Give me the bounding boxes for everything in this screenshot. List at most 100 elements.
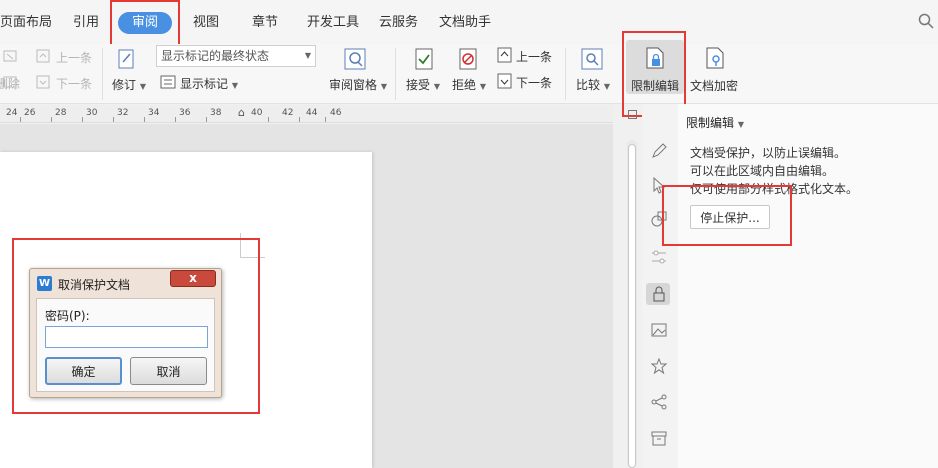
ok-button[interactable]: 确定	[45, 357, 122, 385]
chevron-down-icon: ▼	[231, 81, 238, 90]
chevron-down-icon: ▼	[737, 120, 744, 129]
ruler-tick	[113, 117, 114, 122]
next-change-button[interactable]: 下一条	[516, 74, 552, 91]
ruler-tick	[144, 117, 145, 122]
horizontal-ruler: 24 26 28 30 32 34 36 38 40 42 44 46 ⌂	[0, 105, 613, 123]
chevron-down-icon: ▼	[380, 82, 387, 91]
compare-button[interactable]: 比较 ▼	[576, 76, 610, 93]
show-markup-button[interactable]: 显示标记 ▼	[180, 75, 238, 92]
task-pane-icon-bar	[642, 104, 678, 468]
image-icon[interactable]	[650, 321, 668, 339]
ruler-mark: 28	[55, 108, 67, 118]
ruler-mark: 36	[179, 108, 191, 118]
tab-assistant[interactable]: 文档助手	[439, 12, 491, 34]
ruler-mark: 40	[251, 108, 263, 118]
format-restriction-text: 仅可使用部分样式格式化文本。	[690, 182, 859, 196]
panel-title[interactable]: 限制编辑 ▼	[686, 114, 744, 131]
reject-button[interactable]: 拒绝 ▼	[452, 76, 486, 93]
vertical-scrollbar[interactable]	[627, 140, 637, 468]
prev-change-icon	[497, 47, 512, 63]
chevron-down-icon: ▼	[603, 82, 610, 91]
review-pane-button[interactable]: 审阅窗格 ▼	[329, 76, 387, 93]
prev-comment-button[interactable]: 上一条	[56, 49, 92, 66]
share-icon[interactable]	[650, 393, 668, 411]
cursor-icon[interactable]	[650, 176, 668, 194]
track-changes-label: 修订	[112, 78, 137, 92]
ruler-tick	[206, 117, 207, 122]
review-pane-label: 审阅窗格	[329, 78, 378, 92]
prev-comment-icon	[36, 49, 50, 63]
lock-icon	[653, 286, 665, 302]
menu-tab-bar: 页面布局 引用 审阅 视图 章节 开发工具 云服务 文档助手	[0, 0, 938, 44]
review-pane-icon	[344, 48, 366, 70]
password-input[interactable]	[45, 326, 208, 348]
unprotect-document-dialog: W 取消保护文档 x 密码(P): 确定 取消	[29, 268, 222, 398]
archive-icon[interactable]	[650, 429, 668, 447]
prev-change-button[interactable]: 上一条	[516, 48, 552, 65]
delete-button[interactable]: 删除	[0, 75, 20, 92]
ruler-tick	[20, 117, 21, 122]
reject-label: 拒绝	[452, 78, 477, 92]
show-markup-label: 显示标记	[180, 77, 229, 91]
track-changes-button[interactable]: 修订 ▼	[112, 76, 146, 93]
stop-protection-button[interactable]: 停止保护...	[690, 205, 770, 229]
editable-region-text: 可以在此区域内自由编辑。	[690, 164, 835, 178]
page-margin-corner	[240, 233, 265, 258]
tab-references[interactable]: 引用	[73, 12, 99, 34]
shapes-icon[interactable]	[650, 210, 668, 228]
chevron-down-icon: ▼	[433, 82, 440, 91]
ruler-mark: 34	[148, 108, 160, 118]
ruler-mark: 30	[86, 108, 98, 118]
accept-icon	[415, 48, 433, 70]
ruler-mark: 38	[210, 108, 222, 118]
scroll-up-icon[interactable]	[628, 110, 637, 119]
ruler-mark: 26	[24, 108, 36, 118]
pen-icon[interactable]	[650, 142, 668, 160]
search-icon[interactable]	[918, 13, 934, 29]
dialog-title: 取消保护文档	[58, 278, 131, 292]
tab-chapter[interactable]: 章节	[252, 12, 278, 34]
ruler-tick	[299, 117, 300, 122]
encrypt-document-icon	[706, 47, 724, 69]
tab-cloud[interactable]: 云服务	[379, 12, 418, 34]
sliders-icon[interactable]	[650, 248, 668, 266]
chevron-down-icon: ▼	[304, 51, 311, 60]
next-comment-button[interactable]: 下一条	[56, 75, 92, 92]
ruler-mark: 24	[6, 108, 18, 118]
compare-label: 比较	[576, 78, 601, 92]
ruler-tick	[268, 117, 269, 122]
next-comment-icon	[36, 75, 50, 89]
indent-marker-icon[interactable]: ⌂	[238, 106, 245, 119]
markup-state-select[interactable]: 显示标记的最终状态 ▼	[156, 45, 316, 67]
compare-icon	[581, 48, 603, 70]
tab-view[interactable]: 视图	[193, 12, 219, 34]
close-icon[interactable]: x	[170, 270, 216, 287]
chevron-down-icon: ▼	[139, 82, 146, 91]
tab-page-layout[interactable]: 页面布局	[0, 12, 52, 34]
chevron-down-icon: ▼	[479, 82, 486, 91]
cancel-button[interactable]: 取消	[130, 357, 207, 385]
restrict-editing-label: 限制编辑	[631, 79, 680, 93]
protection-status-text: 文档受保护，以防止误编辑。	[690, 146, 847, 160]
show-markup-icon	[160, 75, 176, 89]
ruler-mark: 46	[330, 108, 342, 118]
ruler-tick	[82, 117, 83, 122]
track-changes-icon	[118, 49, 134, 69]
restrict-editing-icon	[646, 47, 664, 69]
ribbon-separator	[565, 48, 566, 100]
panel-title-label: 限制编辑	[686, 116, 735, 130]
accept-label: 接受	[406, 78, 431, 92]
tab-review[interactable]: 审阅	[118, 12, 173, 34]
tab-developer[interactable]: 开发工具	[307, 12, 359, 34]
scrollbar-thumb[interactable]	[628, 144, 636, 468]
encrypt-document-button[interactable]: 文档加密	[690, 77, 738, 94]
ruler-mark: 42	[282, 108, 294, 118]
star-icon[interactable]	[650, 357, 668, 375]
delete-comment-icon[interactable]	[2, 48, 18, 64]
ruler-tick	[325, 117, 326, 122]
dialog-body: 密码(P): 确定 取消	[36, 298, 215, 392]
app-logo-icon: W	[37, 276, 52, 291]
accept-button[interactable]: 接受 ▼	[406, 76, 440, 93]
restrict-editing-panel: 限制编辑 ▼ 文档受保护，以防止误编辑。 可以在此区域内自由编辑。 仅可使用部分…	[678, 104, 938, 468]
ruler-mark: 44	[306, 108, 318, 118]
